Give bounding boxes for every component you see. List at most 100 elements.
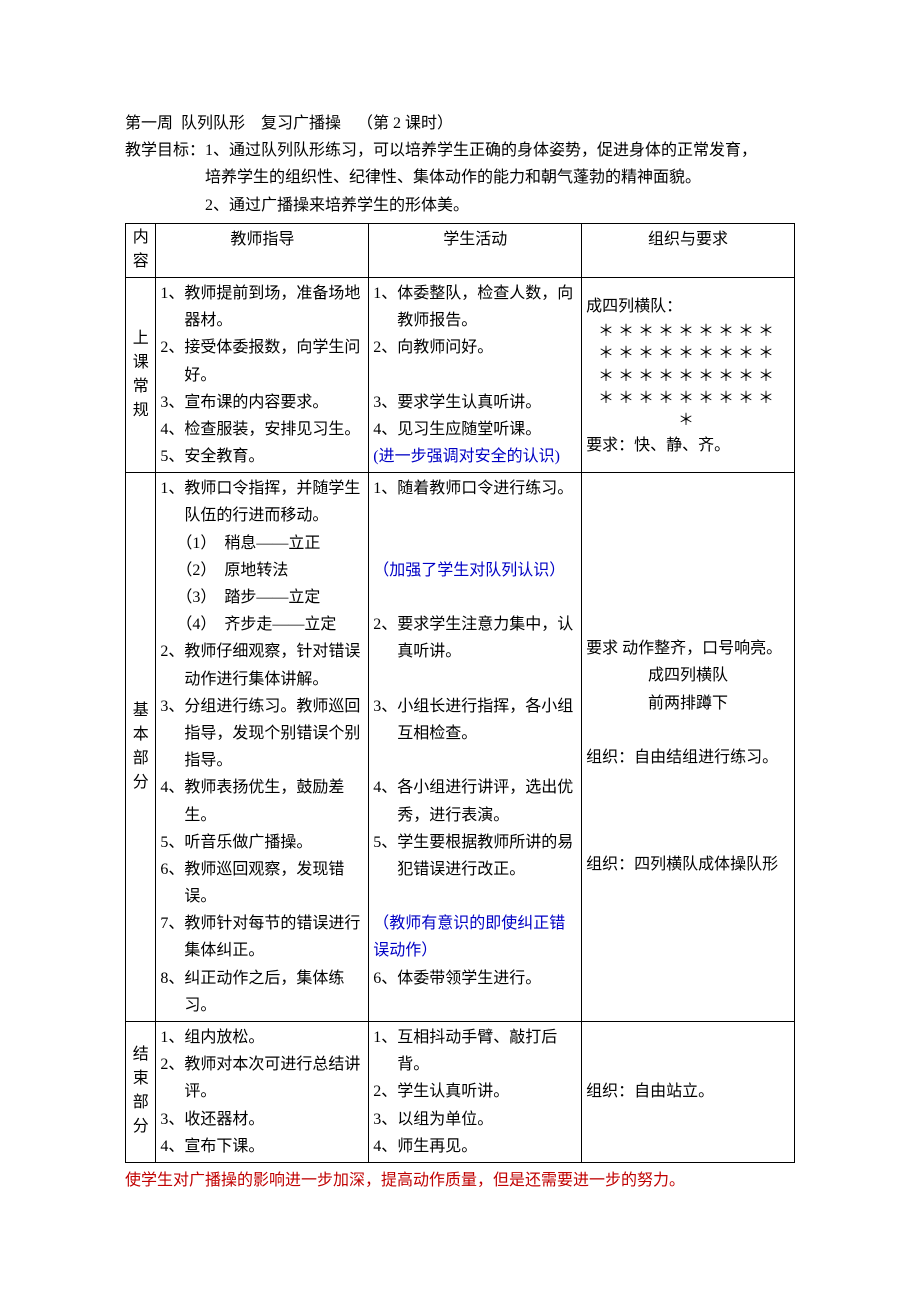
list-text: 要求学生认真听讲。	[397, 389, 577, 416]
r2-student-cell: 1、随着教师口令进行练习。 （加强了学生对队列认识） 2、要求学生注意力集中，认…	[369, 473, 582, 1022]
list-text: 教师巡回观察，发现错误。	[184, 856, 364, 910]
list-text: 学生认真听讲。	[397, 1078, 577, 1105]
list-text: 接受体委报数，向学生问好。	[184, 334, 364, 388]
list-num: 2、	[160, 638, 184, 692]
list-text: 教师对本次可进行总结讲评。	[184, 1051, 364, 1105]
org-line: 前两排蹲下	[586, 690, 790, 717]
formation-row: ＊＊＊＊＊＊＊＊＊	[586, 342, 790, 364]
list-num: 6、	[373, 965, 397, 992]
list-num: 7、	[160, 910, 184, 964]
list-text: 各小组进行讲评，选出优秀，进行表演。	[397, 774, 577, 828]
list-text: 小组长进行指挥，各小组互相检查。	[397, 693, 577, 747]
list-num: 1、	[160, 475, 184, 529]
safety-note: (进一步强调对安全的认识)	[373, 443, 577, 470]
list-num: 3、	[373, 693, 397, 747]
list-text: 听音乐做广播操。	[184, 829, 364, 856]
sub-item: （1） 稍息——立正	[160, 530, 364, 557]
list-text: 师生再见。	[397, 1133, 577, 1160]
r1-student-cell: 1、体委整队，检查人数，向教师报告。 2、向教师问好。 3、要求学生认真听讲。 …	[369, 277, 582, 472]
list-text: 要求学生注意力集中，认真听讲。	[397, 611, 577, 665]
list-text: 教师提前到场，准备场地器材。	[184, 280, 364, 334]
r2-teacher-cell: 1、教师口令指挥，并随学生队伍的行进而移动。 （1） 稍息——立正 （2） 原地…	[156, 473, 369, 1022]
list-num: 1、	[373, 280, 397, 334]
list-num: 2、	[373, 611, 397, 665]
goal-1a: 1、通过队列队形练习，可以培养学生正确的身体姿势，促进身体的正常发育，	[205, 142, 757, 159]
list-num: 1、	[373, 1024, 397, 1078]
lesson-header: 第一周 队列队形 复习广播操 （第 2 课时） 教学目标：1、通过队列队形练习，…	[125, 110, 795, 219]
col-header-student: 学生活动	[369, 223, 582, 277]
list-num: 1、	[160, 1024, 184, 1051]
org-line: 组织：自由站立。	[586, 1078, 790, 1105]
list-text: 组内放松。	[184, 1024, 364, 1051]
list-text: 体委带领学生进行。	[397, 965, 577, 992]
list-num: 1、	[373, 475, 397, 502]
requirement-text: 要求：快、静、齐。	[586, 432, 790, 459]
list-num: 6、	[160, 856, 184, 910]
list-num: 4、	[373, 774, 397, 828]
goal-2: 2、通过广播操来培养学生的形体美。	[125, 192, 795, 219]
list-text: 以组为单位。	[397, 1106, 577, 1133]
goal-prefix: 教学目标：	[125, 142, 205, 159]
org-line: 成四列横队	[586, 662, 790, 689]
list-num: 3、	[160, 1106, 184, 1133]
list-num: 2、	[160, 334, 184, 388]
sub-item: （3） 踏步——立定	[160, 584, 364, 611]
sub-item: （4） 齐步走——立定	[160, 611, 364, 638]
list-text: 宣布课的内容要求。	[184, 389, 364, 416]
formation-row: ＊＊＊＊＊＊＊＊＊	[586, 320, 790, 342]
list-num: 4、	[160, 416, 184, 443]
list-num: 4、	[160, 1133, 184, 1160]
list-num: 5、	[160, 443, 184, 470]
col-header-org: 组织与要求	[582, 223, 795, 277]
row-label-end: 结束部分	[126, 1022, 156, 1163]
row-label-routine: 上课常规	[126, 277, 156, 472]
list-text: 收还器材。	[184, 1106, 364, 1133]
list-text: 分组进行练习。教师巡回指导，发现个别错误个别指导。	[184, 693, 364, 775]
list-num: 4、	[373, 416, 397, 443]
row-label-main: 基本部分	[126, 473, 156, 1022]
r2-org-cell: 要求 动作整齐，口号响亮。 成四列横队 前两排蹲下 组织：自由结组进行练习。 组…	[582, 473, 795, 1022]
list-text: 随着教师口令进行练习。	[397, 475, 577, 502]
r1-teacher-cell: 1、教师提前到场，准备场地器材。 2、接受体委报数，向学生问好。 3、宣布课的内…	[156, 277, 369, 472]
list-num: 8、	[160, 965, 184, 1019]
list-text: 体委整队，检查人数，向教师报告。	[397, 280, 577, 334]
list-num: 3、	[373, 1106, 397, 1133]
queue-note: （加强了学生对队列认识）	[373, 557, 577, 584]
org-line: 组织：四列横队成体操队形	[586, 851, 790, 878]
correct-note: （教师有意识的即使纠正错误动作）	[373, 910, 577, 964]
requirement-text: 要求 动作整齐，口号响亮。	[586, 635, 790, 662]
table-header-row: 内容 教师指导 学生活动 组织与要求	[126, 223, 795, 277]
table-row: 上课常规 1、教师提前到场，准备场地器材。 2、接受体委报数，向学生问好。 3、…	[126, 277, 795, 472]
list-num: 1、	[160, 280, 184, 334]
r1-org-cell: 成四列横队： ＊＊＊＊＊＊＊＊＊ ＊＊＊＊＊＊＊＊＊ ＊＊＊＊＊＊＊＊＊ ＊＊＊…	[582, 277, 795, 472]
col-header-content: 内容	[126, 223, 156, 277]
r3-org-cell: 组织：自由站立。	[582, 1022, 795, 1163]
footer-reflection: 使学生对广播操的影响进一步加深，提高动作质量，但是还需要进一步的努力。	[125, 1167, 795, 1194]
list-text: 检查服装，安排见习生。	[184, 416, 364, 443]
list-text: 学生要根据教师所讲的易犯错误进行改正。	[397, 829, 577, 883]
lesson-plan-table: 内容 教师指导 学生活动 组织与要求 上课常规 1、教师提前到场，准备场地器材。…	[125, 223, 795, 1163]
formation-label: 成四列横队：	[586, 293, 790, 320]
list-text: 互相抖动手臂、敲打后背。	[397, 1024, 577, 1078]
list-num: 4、	[160, 774, 184, 828]
formation-row: ＊＊＊＊＊＊＊＊＊	[586, 365, 790, 387]
sub-item: （2） 原地转法	[160, 557, 364, 584]
list-num: 3、	[160, 693, 184, 775]
list-num: 2、	[160, 1051, 184, 1105]
list-text: 教师针对每节的错误进行集体纠正。	[184, 910, 364, 964]
list-text: 见习生应随堂听课。	[397, 416, 577, 443]
list-num: 5、	[373, 829, 397, 883]
list-num: 2、	[373, 1078, 397, 1105]
r3-teacher-cell: 1、组内放松。 2、教师对本次可进行总结讲评。 3、收还器材。 4、宣布下课。	[156, 1022, 369, 1163]
org-line: 组织：自由结组进行练习。	[586, 744, 790, 771]
list-text: 纠正动作之后，集体练习。	[184, 965, 364, 1019]
list-text: 教师口令指挥，并随学生队伍的行进而移动。	[184, 475, 364, 529]
goal-1b: 培养学生的组织性、纪律性、集体动作的能力和朝气蓬勃的精神面貌。	[125, 164, 795, 191]
list-num: 2、	[373, 334, 397, 361]
lesson-title: 第一周 队列队形 复习广播操 （第 2 课时）	[125, 110, 795, 137]
formation-row: ＊	[586, 409, 790, 431]
table-row: 结束部分 1、组内放松。 2、教师对本次可进行总结讲评。 3、收还器材。 4、宣…	[126, 1022, 795, 1163]
list-text: 宣布下课。	[184, 1133, 364, 1160]
list-num: 3、	[160, 389, 184, 416]
r3-student-cell: 1、互相抖动手臂、敲打后背。 2、学生认真听讲。 3、以组为单位。 4、师生再见…	[369, 1022, 582, 1163]
